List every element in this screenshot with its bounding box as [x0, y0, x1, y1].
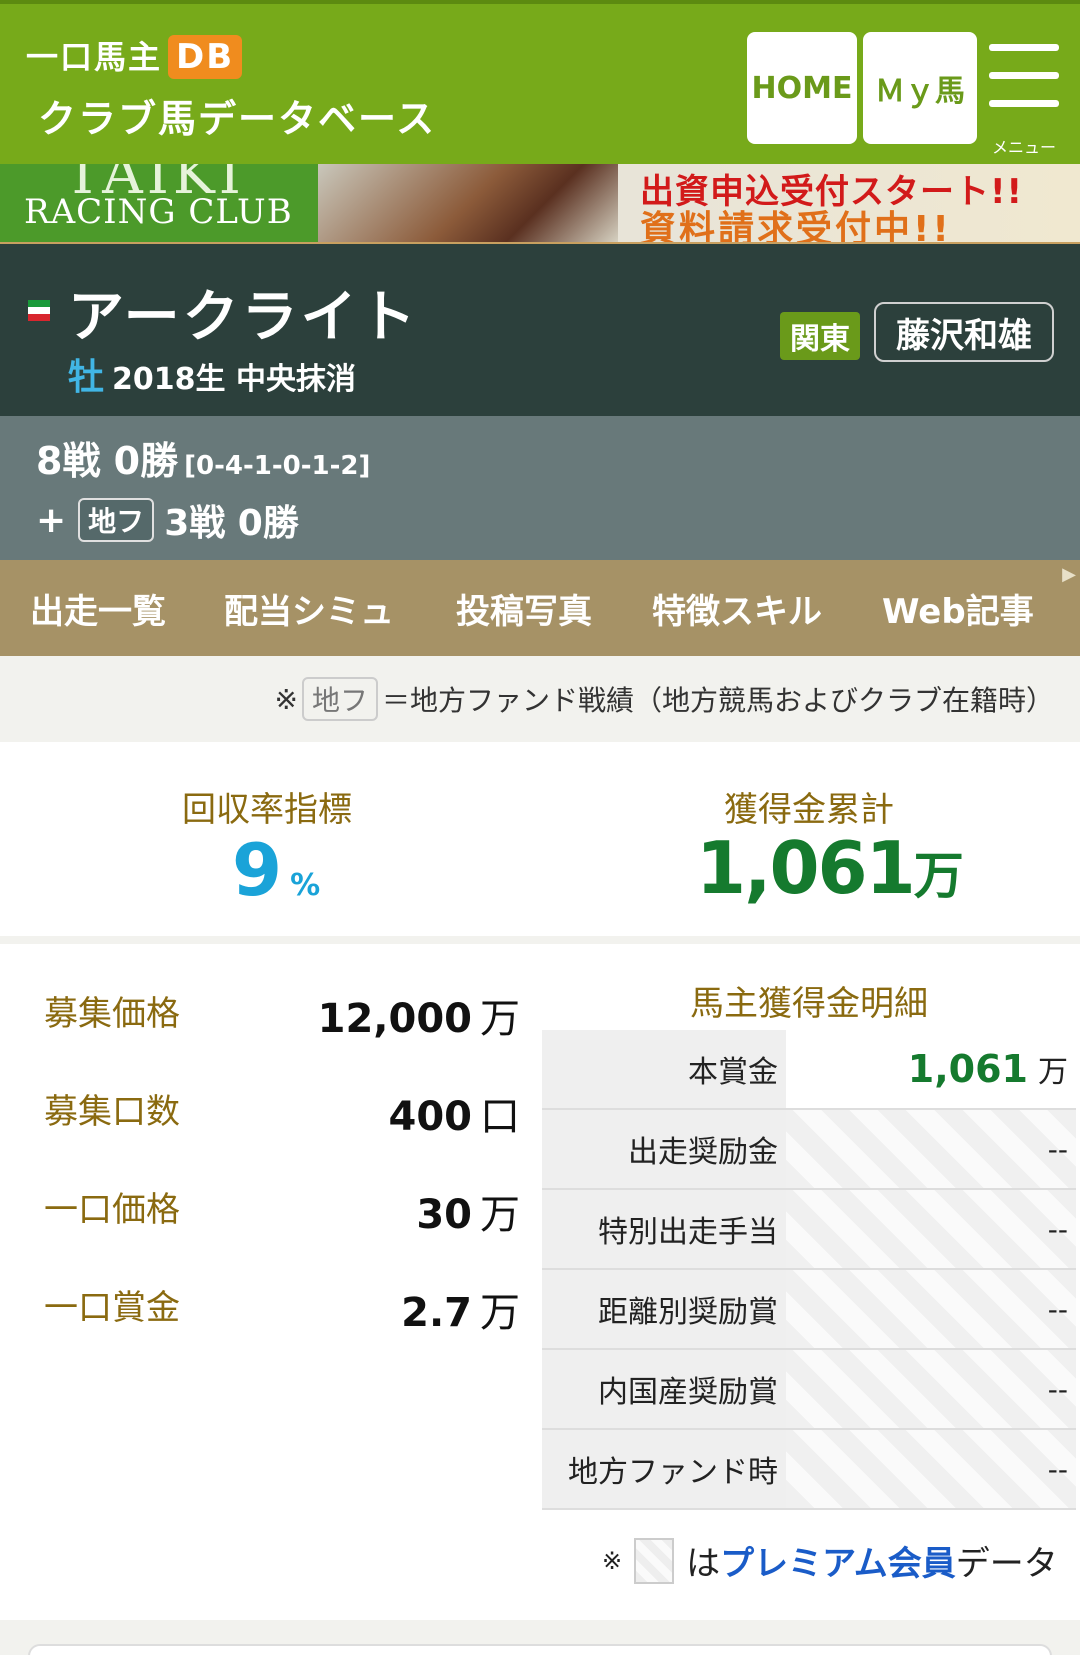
tab-web-articles[interactable]: Web記事	[882, 584, 1034, 633]
silks-flag-icon	[28, 300, 50, 322]
table-row: 距離別奨励賞 --	[542, 1270, 1076, 1350]
detail-value: 2.7 万	[401, 1280, 520, 1338]
row-value: --	[786, 1110, 1076, 1188]
horse-birth-status: 2018生 中央抹消	[112, 362, 356, 397]
detail-unit: 万	[480, 1290, 520, 1336]
home-button[interactable]: HOME	[747, 32, 857, 144]
row-value: --	[786, 1190, 1076, 1268]
detail-value: 400 口	[389, 1084, 521, 1142]
premium-pattern-swatch	[634, 1537, 675, 1584]
table-row: 特別出走手当 --	[542, 1190, 1076, 1270]
hamburger-menu-icon[interactable]	[989, 44, 1059, 110]
section-tabs: 出走一覧 配当シミュ 投稿写真 特徴スキル Web記事 ▶	[0, 560, 1080, 656]
horse-info: 牡 2018生 中央抹消	[68, 348, 356, 400]
row-value: --	[786, 1430, 1076, 1508]
ad-banner[interactable]: TAIKI RACING CLUB 出資申込受付スタート!! 資料請求受付中!!	[0, 164, 1080, 244]
banner-club-name: RACING CLUB	[24, 192, 293, 232]
row-value: --	[786, 1350, 1076, 1428]
site-logo[interactable]: 一口馬主 DB	[26, 32, 243, 79]
row-number: 1,061	[907, 1047, 1028, 1091]
detail-number: 2.7	[401, 1290, 472, 1336]
detail-unit: 万	[480, 1192, 520, 1238]
next-section-card	[28, 1644, 1052, 1655]
tab-photos[interactable]: 投稿写真	[456, 584, 592, 633]
roi-number: 9	[232, 828, 283, 912]
owner-earnings-table: 本賞金 1,061 万 出走奨励金 -- 特別出走手当 -- 距離別奨励賞 -- …	[542, 1030, 1076, 1510]
site-subtitle[interactable]: クラブ馬データベース	[38, 88, 436, 143]
central-record: 8戦 0勝 [0-4-1-0-1-2]	[36, 430, 370, 485]
plus-sign: +	[36, 499, 67, 541]
row-value: 1,061 万	[786, 1030, 1076, 1108]
earnings-number: 1,061	[696, 826, 916, 910]
row-label: 内国産奨励賞	[542, 1350, 786, 1428]
my-horse-button[interactable]: Ｍｙ馬	[863, 32, 977, 144]
tab-dividend-sim[interactable]: 配当シミュ	[224, 584, 394, 633]
premium-suffix: データ	[955, 1544, 1058, 1584]
detail-share-prize: 一口賞金 2.7 万	[44, 1280, 520, 1340]
summary-stats: 回収率指標 9% 獲得金累計 1,061万	[0, 742, 1080, 944]
table-row: 出走奨励金 --	[542, 1110, 1076, 1190]
detail-label: 一口価格	[44, 1190, 180, 1230]
table-row: 地方ファンド時 --	[542, 1430, 1076, 1510]
region-badge: 関東	[780, 312, 860, 360]
premium-prefix: は	[686, 1544, 721, 1584]
tab-race-list[interactable]: 出走一覧	[30, 584, 166, 633]
row-label: 本賞金	[542, 1030, 786, 1108]
roi-label: 回収率指標	[182, 790, 352, 830]
detail-number: 30	[416, 1192, 472, 1238]
note-text: ＝地方ファンド戦績（地方競馬およびクラブ在籍時）	[381, 684, 1054, 717]
earnings-value: 1,061万	[696, 826, 964, 910]
record-summary: 8戦 0勝	[36, 439, 179, 483]
detail-value: 12,000 万	[318, 986, 520, 1044]
note-chiho-badge: 地フ	[301, 677, 378, 721]
detail-value: 30 万	[416, 1182, 520, 1240]
table-row: 本賞金 1,061 万	[542, 1030, 1076, 1110]
logo-db-badge: DB	[168, 35, 243, 79]
row-label: 出走奨励金	[542, 1110, 786, 1188]
row-label: 特別出走手当	[542, 1190, 786, 1268]
banner-horse-photo	[318, 164, 618, 242]
detail-label: 募集口数	[44, 1092, 180, 1132]
premium-note: ※ は プレミアム会員 データ	[602, 1536, 1058, 1585]
roi-unit: %	[290, 868, 321, 903]
detail-unit: 万	[480, 996, 520, 1042]
earnings-unit: 万	[913, 847, 964, 905]
detail-offer-shares: 募集口数 400 口	[44, 1084, 520, 1144]
detail-label: 募集価格	[44, 994, 180, 1034]
record-detail: [0-4-1-0-1-2]	[184, 451, 371, 481]
detail-share-price: 一口価格 30 万	[44, 1182, 520, 1242]
horse-name: アークライト	[68, 285, 419, 350]
horse-sex: 牡	[68, 357, 105, 398]
detail-number: 12,000	[317, 996, 472, 1042]
horse-header: アークライト 牡 2018生 中央抹消 関東 藤沢和雄	[0, 244, 1080, 416]
row-label: 距離別奨励賞	[542, 1270, 786, 1348]
trainer-button[interactable]: 藤沢和雄	[874, 302, 1054, 362]
menu-label[interactable]: メニュー	[992, 134, 1056, 158]
chiho-record: + 地フ 3戦 0勝	[36, 494, 299, 546]
row-unit: 万	[1038, 1055, 1068, 1090]
owner-earnings-title: 馬主獲得金明細	[690, 984, 928, 1024]
detail-unit: 口	[480, 1094, 520, 1140]
banner-subline: 資料請求受付中!!	[640, 209, 952, 244]
roi-value: 9%	[232, 828, 320, 912]
logo-text: 一口馬主	[26, 38, 163, 76]
chiho-summary: 3戦 0勝	[164, 503, 299, 544]
tab-skills[interactable]: 特徴スキル	[652, 584, 822, 633]
chiho-note: ※ 地フ ＝地方ファンド戦績（地方競馬およびクラブ在籍時）	[0, 656, 1080, 742]
row-label: 地方ファンド時	[542, 1430, 786, 1508]
detail-label: 一口賞金	[44, 1288, 180, 1328]
banner-club-logo: TAIKI RACING CLUB	[0, 164, 318, 242]
chiho-badge: 地フ	[78, 498, 155, 542]
detail-number: 400	[388, 1094, 473, 1140]
premium-mark: ※	[602, 1546, 623, 1575]
row-value: --	[786, 1270, 1076, 1348]
site-header: 一口馬主 DB クラブ馬データベース HOME Ｍｙ馬 メニュー	[0, 0, 1080, 164]
table-row: 内国産奨励賞 --	[542, 1350, 1076, 1430]
scroll-right-icon[interactable]: ▶	[1062, 564, 1076, 585]
detail-offer-price: 募集価格 12,000 万	[44, 986, 520, 1046]
earnings-label: 獲得金累計	[724, 790, 894, 830]
note-mark: ※	[274, 682, 298, 716]
premium-member-link[interactable]: プレミアム会員	[720, 1536, 956, 1585]
race-record: 8戦 0勝 [0-4-1-0-1-2] + 地フ 3戦 0勝	[0, 416, 1080, 560]
